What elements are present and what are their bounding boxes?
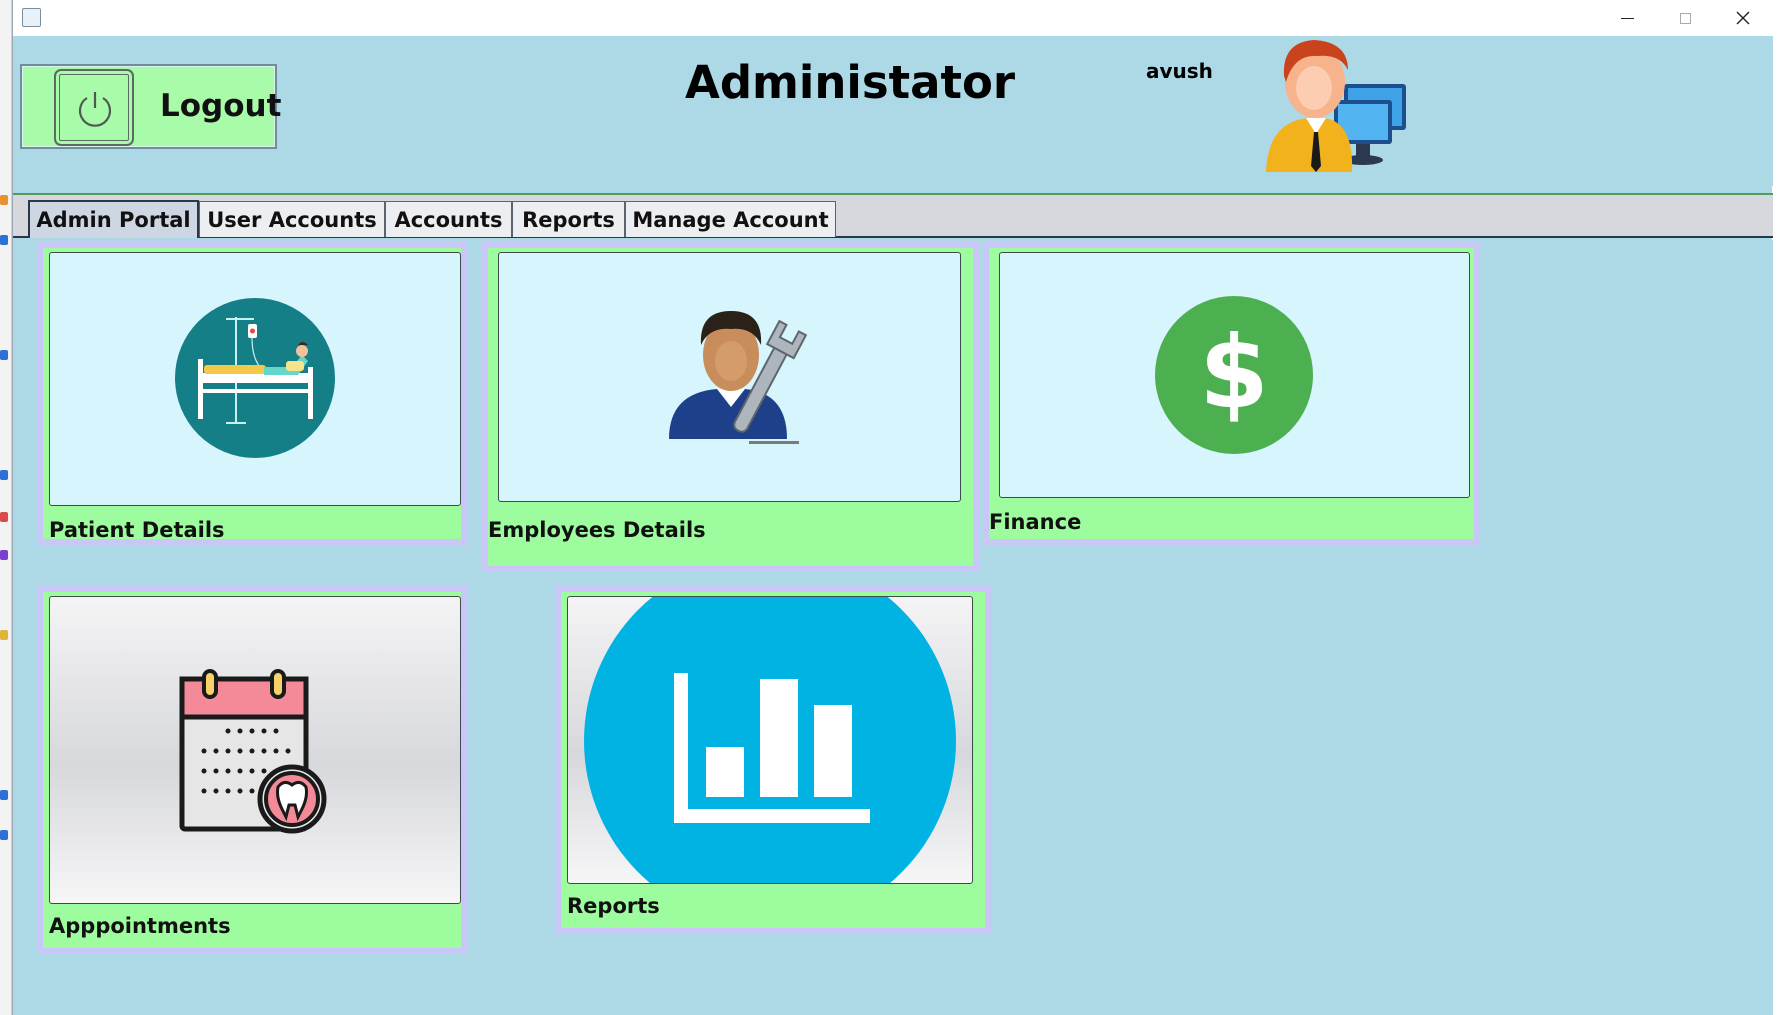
desktop-marker	[0, 630, 8, 640]
appointments-card[interactable]: Apppointments	[37, 586, 467, 954]
bar-chart-icon	[584, 597, 956, 883]
dental-calendar-icon	[179, 669, 327, 834]
power-icon-frame	[54, 69, 134, 146]
page-title: Administator	[685, 56, 1016, 109]
desktop-marker	[0, 550, 8, 560]
reports-card[interactable]: Reports	[555, 586, 991, 934]
username-label: avush	[1146, 59, 1213, 83]
appointments-label: Apppointments	[49, 914, 231, 938]
maximize-button[interactable]	[1656, 0, 1714, 36]
close-icon	[1736, 11, 1750, 25]
header: Logout Administator avush	[13, 36, 1773, 186]
minimize-button[interactable]	[1598, 0, 1656, 36]
minimize-icon	[1620, 17, 1634, 19]
tab-bar: Admin Portal User Accounts Accounts Repo…	[13, 193, 1773, 238]
finance-image[interactable]: $	[999, 252, 1470, 498]
employees-details-card[interactable]: Employees Details	[482, 242, 979, 572]
employee-wrench-icon	[669, 311, 808, 444]
reports-label: Reports	[567, 894, 660, 918]
close-button[interactable]	[1714, 0, 1772, 36]
desktop-marker	[0, 830, 8, 840]
finance-card[interactable]: $ Finance	[983, 242, 1480, 545]
app-window: Logout Administator avush Admin Portal U…	[12, 0, 1773, 1015]
tab-reports[interactable]: Reports	[512, 201, 625, 237]
logout-label: Logout	[160, 88, 282, 124]
tab-manage-account[interactable]: Manage Account	[625, 201, 836, 237]
power-icon	[78, 92, 112, 127]
title-bar[interactable]	[13, 0, 1773, 36]
patient-details-label: Patient Details	[49, 518, 225, 542]
tab-admin-portal[interactable]: Admin Portal	[28, 200, 199, 238]
logout-button[interactable]: Logout	[20, 64, 281, 149]
desktop-marker	[0, 195, 8, 205]
admin-computer-icon	[1266, 40, 1406, 172]
desktop-marker	[0, 350, 8, 360]
tab-user-accounts[interactable]: User Accounts	[199, 201, 385, 237]
dollar-icon: $	[1155, 296, 1313, 454]
desktop-marker	[0, 235, 8, 245]
employees-details-label: Employees Details	[488, 518, 706, 542]
maximize-icon	[1679, 12, 1691, 24]
desktop-marker	[0, 790, 8, 800]
svg-text:$: $	[1199, 314, 1269, 431]
java-app-icon	[22, 8, 41, 27]
finance-label: Finance	[989, 510, 1082, 534]
tab-accounts[interactable]: Accounts	[385, 201, 512, 237]
reports-image[interactable]	[567, 596, 973, 884]
desktop-marker	[0, 512, 8, 522]
background-desktop-strip	[0, 0, 12, 1015]
patient-details-card[interactable]: Patient Details	[37, 242, 467, 545]
appointments-image[interactable]	[49, 596, 461, 904]
patient-details-image[interactable]	[49, 252, 461, 506]
employees-details-image[interactable]	[498, 252, 961, 502]
desktop-marker	[0, 470, 8, 480]
patient-bed-icon	[175, 298, 335, 458]
admin-portal-panel: Patient Details Employees Details $ Fina…	[13, 240, 1773, 1015]
